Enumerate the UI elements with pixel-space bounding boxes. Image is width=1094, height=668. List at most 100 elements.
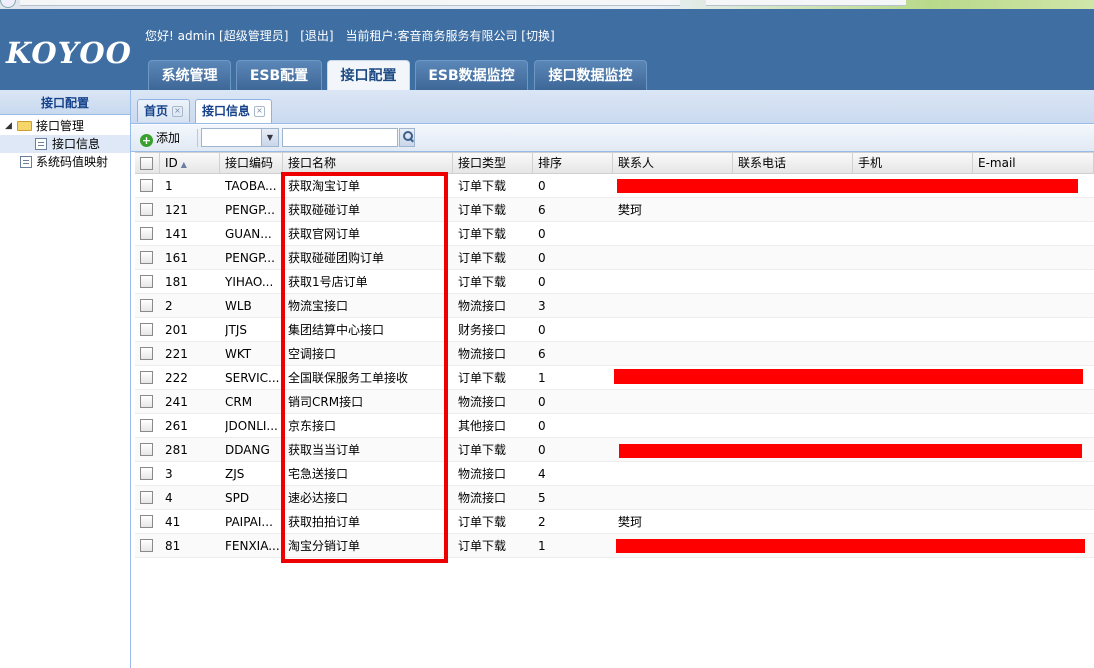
tab-interface-info[interactable]: 接口信息 × bbox=[195, 99, 273, 123]
folder-icon bbox=[17, 121, 32, 131]
column-header-mobile[interactable]: 手机 bbox=[853, 153, 973, 173]
row-checkbox[interactable] bbox=[140, 539, 153, 552]
expand-arrow-icon[interactable]: ◢ bbox=[5, 117, 12, 135]
close-icon[interactable]: × bbox=[254, 106, 266, 117]
row-select-cell bbox=[135, 414, 160, 437]
table-row[interactable]: 41 PAIPAI... 获取拍拍订单 订单下载 2 樊珂 bbox=[135, 510, 1094, 534]
cell-id: 201 bbox=[165, 323, 188, 337]
cell-type: 订单下载 bbox=[458, 371, 507, 385]
nav-tab-interface-monitor[interactable]: 接口数据监控 bbox=[534, 60, 647, 90]
sidebar-item-interface-info[interactable]: 接口信息 bbox=[0, 135, 130, 153]
column-header-email[interactable]: E-mail bbox=[973, 153, 1094, 173]
tenant-switch-link[interactable]: 当前租户:客音商务服务有限公司 [切换] bbox=[345, 29, 554, 43]
row-checkbox[interactable] bbox=[140, 467, 153, 480]
column-header-id[interactable]: ID ▲ bbox=[160, 153, 220, 173]
row-checkbox[interactable] bbox=[140, 299, 153, 312]
address-bar[interactable] bbox=[20, 0, 680, 6]
row-checkbox[interactable] bbox=[140, 371, 153, 384]
row-checkbox[interactable] bbox=[140, 347, 153, 360]
cell-sort: 2 bbox=[538, 515, 546, 529]
cell-code: PAIPAI... bbox=[225, 515, 273, 529]
sidebar-item-label: 接口管理 bbox=[36, 119, 85, 133]
sidebar-item-label: 系统码值映射 bbox=[36, 155, 109, 169]
search-input[interactable] bbox=[282, 128, 398, 147]
redaction-bar bbox=[616, 539, 1085, 553]
row-checkbox[interactable] bbox=[140, 251, 153, 264]
grid-body: 1 TAOBA... 获取淘宝订单 订单下载 0 121 PENGP... 获取碰碰订单 订单下… bbox=[135, 174, 1094, 558]
table-row[interactable]: 121 PENGP... 获取碰碰订单 订单下载 6 樊珂 bbox=[135, 198, 1094, 222]
select-all-checkbox[interactable] bbox=[140, 157, 153, 170]
nav-tab-system[interactable]: 系统管理 bbox=[148, 60, 231, 90]
table-row[interactable]: 181 YIHAO... 获取1号店订单 订单下载 0 bbox=[135, 270, 1094, 294]
nav-tab-interface-config[interactable]: 接口配置 bbox=[327, 60, 410, 91]
row-checkbox[interactable] bbox=[140, 395, 153, 408]
sidebar: 接口配置 ◢ 接口管理 接口信息 系统码值映射 bbox=[0, 90, 131, 668]
table-row[interactable]: 141 GUAN... 获取官网订单 订单下载 0 bbox=[135, 222, 1094, 246]
cell-type: 订单下载 bbox=[458, 275, 507, 289]
table-row[interactable]: 261 JDONLI... 京东接口 其他接口 0 bbox=[135, 414, 1094, 438]
row-checkbox[interactable] bbox=[140, 275, 153, 288]
nav-tab-esb-config[interactable]: ESB配置 bbox=[236, 60, 322, 90]
cell-name: 获取碰碰订单 bbox=[288, 203, 361, 217]
cell-id: 222 bbox=[165, 371, 188, 385]
cell-contact: 樊珂 bbox=[618, 203, 643, 217]
user-bar: 您好! admin [超级管理员] [退出] 当前租户:客音商务服务有限公司 [… bbox=[145, 27, 563, 44]
cell-code: JTJS bbox=[225, 323, 248, 337]
sort-asc-icon: ▲ bbox=[180, 160, 187, 169]
chevron-down-icon[interactable]: ▼ bbox=[261, 129, 278, 146]
column-header-type[interactable]: 接口类型 bbox=[453, 153, 533, 173]
grid-toolbar: + 添加 ▼ bbox=[131, 125, 1094, 152]
nav-tab-esb-monitor[interactable]: ESB数据监控 bbox=[415, 60, 528, 90]
cell-type: 订单下载 bbox=[458, 179, 507, 193]
cell-id: 1 bbox=[165, 179, 173, 193]
table-row[interactable]: 241 CRM 销司CRM接口 物流接口 0 bbox=[135, 390, 1094, 414]
tab-home[interactable]: 首页 × bbox=[137, 99, 191, 122]
table-row[interactable]: 2 WLB 物流宝接口 物流接口 3 bbox=[135, 294, 1094, 318]
row-checkbox[interactable] bbox=[140, 515, 153, 528]
search-bar[interactable] bbox=[706, 0, 906, 6]
cell-sort: 0 bbox=[538, 395, 546, 409]
row-checkbox[interactable] bbox=[140, 491, 153, 504]
row-checkbox[interactable] bbox=[140, 227, 153, 240]
close-icon[interactable]: × bbox=[172, 106, 184, 117]
column-header-name[interactable]: 接口名称 bbox=[283, 153, 453, 173]
column-header-sort[interactable]: 排序 bbox=[533, 153, 613, 173]
column-header-contact[interactable]: 联系人 bbox=[613, 153, 733, 173]
sidebar-item-code-mapping[interactable]: 系统码值映射 bbox=[0, 153, 130, 171]
cell-code: SERVIC... bbox=[225, 371, 280, 385]
cell-name: 获取1号店订单 bbox=[288, 275, 368, 289]
logo: KOYOO bbox=[6, 36, 132, 70]
search-icon[interactable] bbox=[399, 128, 415, 147]
filter-select[interactable]: ▼ bbox=[201, 128, 279, 147]
cell-type: 订单下载 bbox=[458, 203, 507, 217]
add-button[interactable]: + 添加 bbox=[140, 130, 180, 147]
row-checkbox[interactable] bbox=[140, 323, 153, 336]
row-checkbox[interactable] bbox=[140, 179, 153, 192]
column-header-code[interactable]: 接口编码 bbox=[220, 153, 283, 173]
cell-code: PENGP... bbox=[225, 251, 275, 265]
cell-id: 261 bbox=[165, 419, 188, 433]
row-checkbox[interactable] bbox=[140, 443, 153, 456]
table-row[interactable]: 4 SPD 速必达接口 物流接口 5 bbox=[135, 486, 1094, 510]
row-checkbox[interactable] bbox=[140, 419, 153, 432]
page-icon bbox=[35, 138, 47, 150]
cell-id: 41 bbox=[165, 515, 181, 529]
page-icon bbox=[20, 156, 32, 168]
table-row[interactable]: 3 ZJS 宅急送接口 物流接口 4 bbox=[135, 462, 1094, 486]
cell-contact bbox=[618, 318, 733, 341]
cell-name: 获取拍拍订单 bbox=[288, 515, 361, 529]
table-row[interactable]: 221 WKT 空调接口 物流接口 6 bbox=[135, 342, 1094, 366]
column-header-phone[interactable]: 联系电话 bbox=[733, 153, 853, 173]
row-checkbox[interactable] bbox=[140, 203, 153, 216]
cell-id: 181 bbox=[165, 275, 188, 289]
table-row[interactable]: 201 JTJS 集团结算中心接口 财务接口 0 bbox=[135, 318, 1094, 342]
logout-link[interactable]: [退出] bbox=[300, 29, 333, 43]
sidebar-item-interface-manage[interactable]: ◢ 接口管理 bbox=[0, 117, 130, 135]
cell-sort: 0 bbox=[538, 251, 546, 265]
row-select-cell bbox=[135, 486, 160, 509]
tab-label: 首页 bbox=[144, 104, 169, 118]
cell-name: 获取当当订单 bbox=[288, 443, 361, 457]
cell-sort: 0 bbox=[538, 179, 546, 193]
table-row[interactable]: 161 PENGP... 获取碰碰团购订单 订单下载 0 bbox=[135, 246, 1094, 270]
cell-code: GUAN... bbox=[225, 227, 272, 241]
